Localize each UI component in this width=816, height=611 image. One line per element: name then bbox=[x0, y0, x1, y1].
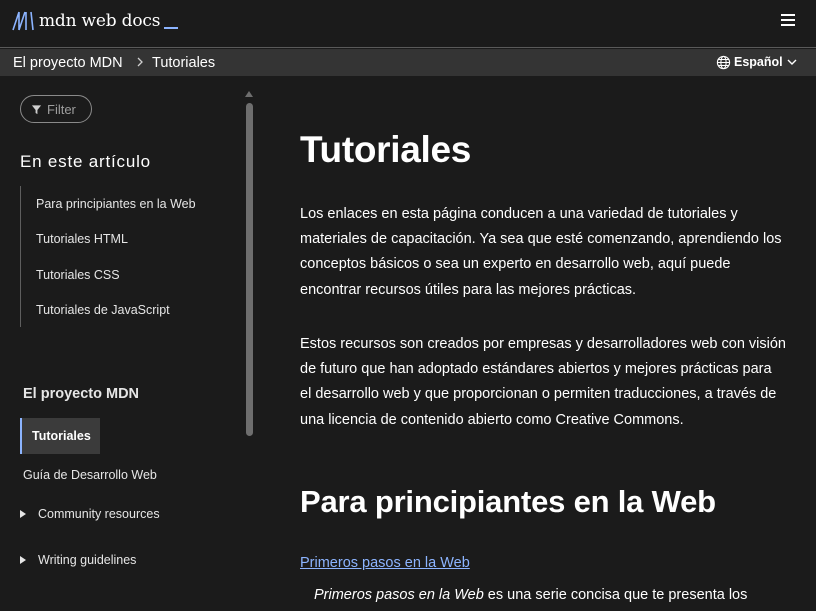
sidebar-item-tutorials[interactable]: Tutoriales bbox=[20, 418, 100, 454]
filter-placeholder: Filter bbox=[47, 101, 76, 117]
resources-paragraph: Estos recursos son creados por empresas … bbox=[300, 336, 786, 428]
getting-started-link[interactable]: Primeros pasos en la Web bbox=[300, 555, 470, 571]
filter-icon bbox=[31, 104, 42, 114]
breadcrumb-item-mdn-project[interactable]: El proyecto MDN bbox=[13, 55, 123, 71]
logo-cursor bbox=[164, 27, 179, 29]
logo-text: mdn web docs bbox=[39, 11, 161, 31]
sidebar-item-label: Tutoriales bbox=[32, 429, 91, 443]
toc-list: Para principiantes en la Web Tutoriales … bbox=[20, 186, 230, 327]
sidebar-section-title[interactable]: El proyecto MDN bbox=[23, 386, 139, 402]
language-selector[interactable]: Español bbox=[716, 53, 800, 71]
sidebar-item-web-dev-guide[interactable]: Guía de Desarrollo Web bbox=[23, 468, 157, 482]
breadcrumb-item-tutorials[interactable]: Tutoriales bbox=[152, 55, 215, 71]
sidebar-scrollbar[interactable] bbox=[246, 103, 253, 436]
toc-heading: En este artículo bbox=[20, 152, 151, 171]
toc-item-javascript[interactable]: Tutoriales de JavaScript bbox=[36, 303, 170, 317]
breadcrumb: El proyecto MDN Tutoriales Español bbox=[0, 49, 816, 76]
language-label: Español bbox=[734, 55, 783, 69]
expand-triangle-icon bbox=[20, 556, 26, 564]
intro-paragraph: Los enlaces en esta página conducen a un… bbox=[300, 206, 782, 298]
sidebar-item-label: Writing guidelines bbox=[38, 553, 137, 567]
getting-started-italic: Primeros pasos en la Web bbox=[314, 587, 484, 603]
top-header: mdn web docs bbox=[0, 0, 816, 48]
expand-triangle-icon bbox=[20, 510, 26, 518]
globe-icon bbox=[716, 55, 731, 69]
section-heading-beginners: Para principiantes en la Web bbox=[300, 484, 716, 519]
sidebar-item-writing-guidelines[interactable]: Writing guidelines bbox=[19, 553, 136, 567]
getting-started-description: Primeros pasos en la Web es una serie co… bbox=[314, 587, 747, 603]
toc-item-css[interactable]: Tutoriales CSS bbox=[36, 268, 120, 282]
getting-started-rest: es una serie concisa que te presenta los bbox=[483, 587, 748, 603]
mdn-logo-icon bbox=[12, 11, 34, 31]
scroll-up-arrow[interactable] bbox=[245, 91, 253, 97]
page-title: Tutoriales bbox=[300, 129, 472, 170]
toc-item-beginners[interactable]: Para principiantes en la Web bbox=[36, 197, 196, 211]
mdn-logo[interactable]: mdn web docs bbox=[12, 9, 179, 33]
chevron-down-icon bbox=[787, 59, 797, 65]
filter-input[interactable]: Filter bbox=[20, 95, 92, 123]
chevron-right-icon bbox=[137, 57, 143, 67]
sidebar-item-label: Community resources bbox=[38, 507, 160, 521]
sidebar-item-community-resources[interactable]: Community resources bbox=[19, 507, 160, 521]
toc-item-html[interactable]: Tutoriales HTML bbox=[36, 232, 128, 246]
hamburger-icon[interactable] bbox=[778, 10, 800, 32]
